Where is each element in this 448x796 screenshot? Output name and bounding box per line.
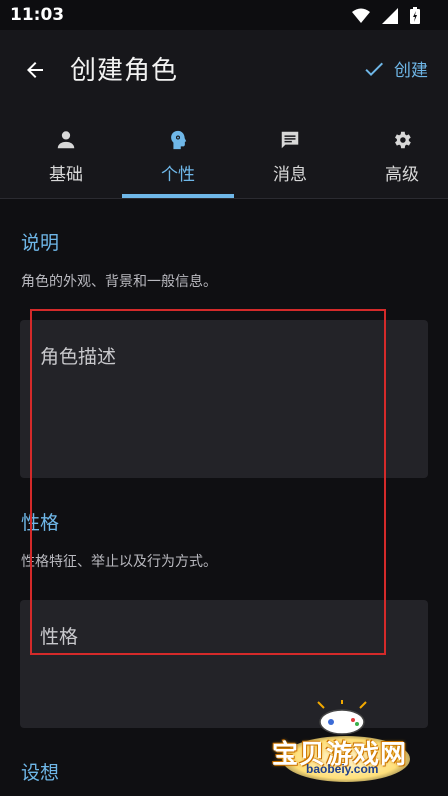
person-icon: [54, 128, 78, 152]
tab-advanced[interactable]: 高级: [346, 110, 448, 198]
tab-personality-label: 个性: [161, 165, 195, 185]
personality-placeholder: 性格: [40, 626, 79, 648]
watermark-url: baobeiy.com: [306, 762, 379, 776]
gear-icon: [390, 128, 414, 152]
create-button[interactable]: 创建: [362, 56, 428, 81]
app-bar: 创建角色 创建: [0, 30, 448, 110]
tab-messages[interactable]: 消息: [234, 110, 346, 198]
status-bar: 11:03: [0, 0, 448, 30]
watermark-logo: 宝贝游戏网 baobeiy.com: [270, 700, 420, 790]
tab-basic[interactable]: 基础: [10, 110, 122, 198]
create-label: 创建: [394, 61, 428, 81]
page-title: 创建角色: [70, 56, 179, 86]
character-description-field[interactable]: 角色描述: [20, 320, 428, 478]
scenario-title: 设想: [21, 762, 60, 784]
wifi-icon: [352, 8, 370, 23]
battery-icon: [410, 7, 420, 24]
description-title: 说明: [21, 232, 60, 254]
personality-hint: 性格特征、举止以及行为方式。: [21, 554, 217, 570]
status-time: 11:03: [10, 5, 65, 25]
description-hint: 角色的外观、背景和一般信息。: [21, 274, 217, 290]
signal-icon: [382, 7, 398, 24]
head-gear-icon: [166, 128, 190, 152]
character-description-placeholder: 角色描述: [40, 346, 117, 368]
check-icon: [365, 62, 383, 76]
back-button[interactable]: [20, 55, 50, 85]
tab-personality[interactable]: 个性: [122, 110, 234, 198]
chat-icon: [278, 128, 302, 152]
personality-title: 性格: [21, 512, 60, 534]
tab-messages-label: 消息: [273, 165, 307, 185]
tab-indicator: [122, 194, 234, 198]
tab-basic-label: 基础: [49, 165, 83, 185]
tab-advanced-label: 高级: [385, 165, 419, 185]
status-icons: [352, 7, 420, 24]
gamepad-icon: [317, 700, 367, 735]
arrow-left-icon: [27, 62, 43, 78]
tab-bar: 基础 个性 消息 高级: [0, 110, 448, 199]
